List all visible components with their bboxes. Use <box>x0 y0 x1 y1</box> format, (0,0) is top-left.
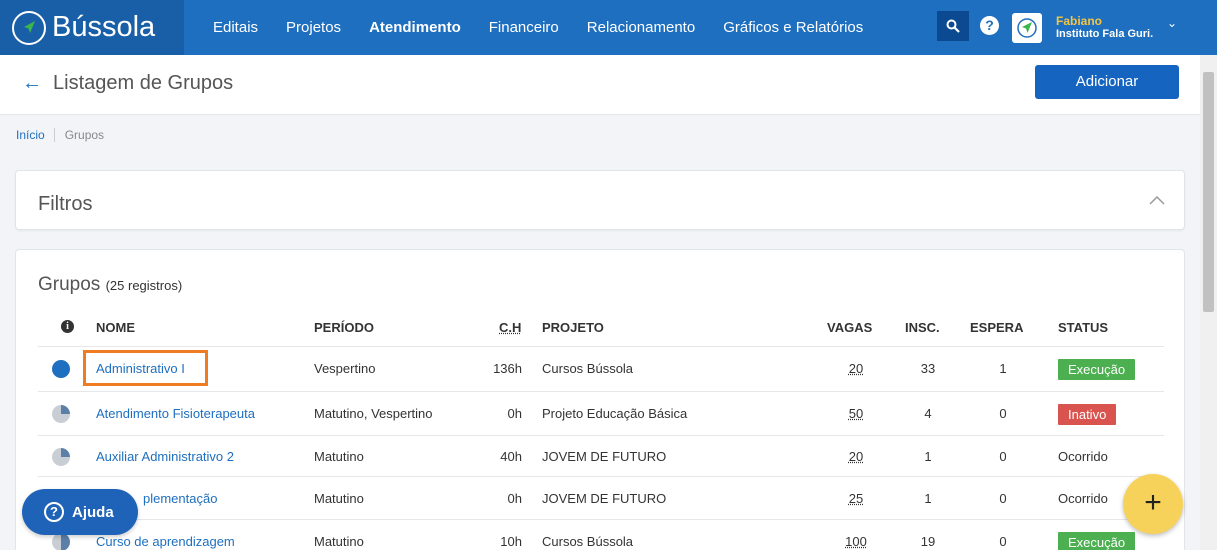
col-header-project[interactable]: PROJETO <box>542 320 604 335</box>
nav-relacionamento[interactable]: Relacionamento <box>587 19 695 36</box>
nav-atendimento[interactable]: Atendimento <box>369 19 461 36</box>
search-icon <box>946 19 960 33</box>
groups-panel: Grupos (25 registros) i NOME PERÍODO C.H… <box>15 249 1185 550</box>
cell-vagas[interactable]: 20 <box>838 347 874 391</box>
cell-period: Matutino <box>314 436 364 477</box>
chevron-up-icon[interactable] <box>1149 195 1165 205</box>
chevron-down-icon[interactable]: ⌄ <box>1167 16 1177 30</box>
breadcrumb-home[interactable]: Início <box>16 128 55 142</box>
brand-logo[interactable]: Bússola <box>0 0 184 55</box>
cell-insc: 19 <box>910 520 946 550</box>
cell-ch: 0h <box>478 392 522 436</box>
nav-financeiro[interactable]: Financeiro <box>489 19 559 36</box>
help-button[interactable]: ? Ajuda <box>22 489 138 535</box>
groups-count: (25 registros) <box>106 278 183 293</box>
status-text: Ocorrido <box>1058 449 1108 464</box>
top-navbar: Bússola Editais Projetos Atendimento Fin… <box>0 0 1217 55</box>
groups-title-text: Grupos <box>38 274 100 295</box>
cell-insc: 4 <box>910 392 946 436</box>
status-cell: Ocorrido <box>1058 436 1108 477</box>
search-button[interactable] <box>937 11 969 41</box>
col-header-status[interactable]: STATUS <box>1058 320 1108 335</box>
page-title: Listagem de Grupos <box>53 72 233 95</box>
cell-vagas[interactable]: 20 <box>838 436 874 477</box>
filters-panel[interactable]: Filtros <box>15 170 1185 230</box>
groups-title: Grupos (25 registros) <box>38 274 182 296</box>
table-row: Auxiliar Administrativo 2 Matutino 40h JOVE… <box>38 435 1164 476</box>
nav-projetos[interactable]: Projetos <box>286 19 341 36</box>
cell-espera: 0 <box>985 477 1021 520</box>
col-header-period[interactable]: PERÍODO <box>314 320 374 335</box>
scrollbar-thumb[interactable] <box>1203 72 1214 312</box>
cell-ch: 136h <box>478 347 522 391</box>
col-header-insc[interactable]: INSC. <box>905 320 940 335</box>
table-row: Atendimento Fisioterapeuta Matutino, Vesp… <box>38 391 1164 435</box>
group-name-link[interactable]: Auxiliar Administrativo 2 <box>96 436 234 477</box>
group-name-link[interactable]: plementação <box>143 477 217 520</box>
main-nav: Editais Projetos Atendimento Financeiro … <box>199 0 877 55</box>
col-header-name[interactable]: NOME <box>96 320 135 335</box>
cell-period: Vespertino <box>314 347 375 391</box>
info-icon[interactable]: i <box>61 320 74 333</box>
user-org: Instituto Fala Guri. <box>1056 28 1153 41</box>
cell-vagas[interactable]: 50 <box>838 392 874 436</box>
cell-vagas[interactable]: 100 <box>838 520 874 550</box>
cell-project: JOVEM DE FUTURO <box>542 436 666 477</box>
col-header-ch[interactable]: C.H <box>499 320 521 335</box>
status-cell: Execução <box>1058 520 1135 550</box>
progress-pie-icon <box>52 405 70 423</box>
page-header: ← Listagem de Grupos Adicionar <box>0 55 1200 115</box>
user-menu[interactable]: Fabiano Instituto Fala Guri. <box>1056 15 1153 41</box>
cell-ch: 0h <box>478 477 522 520</box>
table-row: plementação Matutino 0h JOVEM DE FUTURO 25 1 0… <box>38 476 1164 519</box>
status-cell: Inativo <box>1058 392 1116 436</box>
breadcrumb-current: Grupos <box>55 128 104 142</box>
status-cell: Ocorrido <box>1058 477 1108 520</box>
status-badge: Execução <box>1058 359 1135 380</box>
nav-editais[interactable]: Editais <box>213 19 258 36</box>
add-button[interactable]: Adicionar <box>1035 65 1179 99</box>
nav-graficos-relatorios[interactable]: Gráficos e Relatórios <box>723 19 863 36</box>
help-icon[interactable]: ? <box>980 16 999 35</box>
cell-project: JOVEM DE FUTURO <box>542 477 666 520</box>
cell-insc: 1 <box>910 436 946 477</box>
cell-period: Matutino <box>314 520 364 550</box>
cell-espera: 1 <box>985 347 1021 391</box>
progress-pie-icon <box>52 448 70 466</box>
col-header-vagas[interactable]: VAGAS <box>827 320 872 335</box>
status-badge: Execução <box>1058 532 1135 550</box>
cell-project: Cursos Bússola <box>542 347 633 391</box>
arrow-left-icon[interactable]: ← <box>22 72 42 95</box>
cell-insc: 33 <box>910 347 946 391</box>
filters-title: Filtros <box>38 193 92 216</box>
compass-icon <box>12 11 46 45</box>
cell-espera: 0 <box>985 520 1021 550</box>
cell-project: Cursos Bússola <box>542 520 633 550</box>
cell-vagas[interactable]: 25 <box>838 477 874 520</box>
status-badge: Inativo <box>1058 404 1116 425</box>
cell-ch: 10h <box>478 520 522 550</box>
progress-pie-icon <box>52 360 70 378</box>
user-name: Fabiano <box>1056 15 1153 28</box>
table-row: Curso de aprendizagem Matutino 10h Cursos B… <box>38 519 1164 550</box>
group-name-link[interactable]: Atendimento Fisioterapeuta <box>96 392 255 436</box>
highlight-box <box>83 350 208 386</box>
help-label: Ajuda <box>72 504 114 521</box>
progress-pie-icon <box>52 533 70 550</box>
question-circle-icon: ? <box>44 502 64 522</box>
cell-project: Projeto Educação Básica <box>542 392 687 436</box>
org-logo[interactable] <box>1012 13 1042 43</box>
cell-period: Matutino, Vespertino <box>314 392 433 436</box>
status-text: Ocorrido <box>1058 491 1108 506</box>
breadcrumb: Início Grupos <box>16 128 104 142</box>
status-cell: Execução <box>1058 347 1135 391</box>
fab-add-button[interactable]: + <box>1123 474 1183 534</box>
col-header-espera[interactable]: ESPERA <box>970 320 1023 335</box>
cell-ch: 40h <box>478 436 522 477</box>
brand-name: Bússola <box>52 11 155 44</box>
cell-period: Matutino <box>314 477 364 520</box>
cell-espera: 0 <box>985 436 1021 477</box>
cell-espera: 0 <box>985 392 1021 436</box>
cell-insc: 1 <box>910 477 946 520</box>
